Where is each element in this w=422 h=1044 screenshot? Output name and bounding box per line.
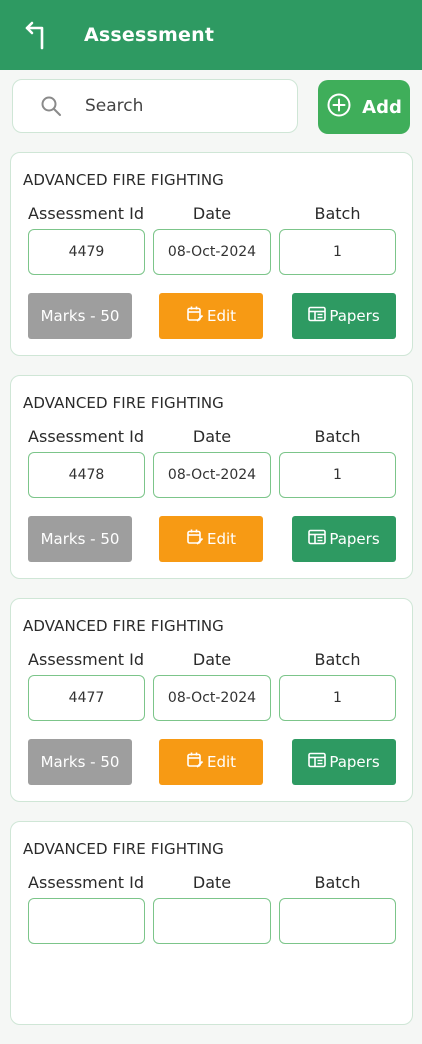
- course-name: ADVANCED FIRE FIGHTING: [23, 171, 224, 189]
- batch-header: Batch: [314, 873, 361, 892]
- plus-circle-icon: [326, 92, 352, 123]
- date-header: Date: [192, 427, 232, 446]
- papers-label: Papers: [329, 530, 380, 548]
- course-name: ADVANCED FIRE FIGHTING: [23, 394, 224, 412]
- assessment-list: ADVANCED FIRE FIGHTING Assessment Id Dat…: [10, 152, 413, 1044]
- calendar-edit-icon: [186, 528, 204, 550]
- date-field: 08-Oct-2024: [153, 675, 271, 721]
- batch-header: Batch: [314, 427, 361, 446]
- assessment-card: ADVANCED FIRE FIGHTING Assessment Id Dat…: [10, 375, 413, 579]
- batch-field: 1: [279, 452, 396, 498]
- course-name: ADVANCED FIRE FIGHTING: [23, 840, 224, 858]
- assessment-card: ADVANCED FIRE FIGHTING Assessment Id Dat…: [10, 598, 413, 802]
- search-input[interactable]: [83, 95, 277, 117]
- edit-button[interactable]: Edit: [159, 293, 263, 339]
- calendar-edit-icon: [186, 751, 204, 773]
- edit-label: Edit: [206, 307, 237, 325]
- assessment-card: ADVANCED FIRE FIGHTING Assessment Id Dat…: [10, 821, 413, 1025]
- edit-button[interactable]: Edit: [159, 516, 263, 562]
- assessment-id-field: 4477: [28, 675, 145, 721]
- papers-button[interactable]: Papers: [292, 516, 396, 562]
- back-arrow-icon[interactable]: [18, 15, 58, 55]
- marks-button[interactable]: Marks - 50: [28, 739, 132, 785]
- date-header: Date: [192, 650, 232, 669]
- papers-icon: [308, 529, 327, 549]
- date-field: 08-Oct-2024: [153, 452, 271, 498]
- assessment-id-field: 4479: [28, 229, 145, 275]
- add-button-label: Add: [362, 96, 402, 118]
- papers-button[interactable]: Papers: [292, 739, 396, 785]
- search-icon: [39, 94, 63, 118]
- batch-field: [279, 898, 396, 944]
- papers-button[interactable]: Papers: [292, 293, 396, 339]
- batch-field: 1: [279, 229, 396, 275]
- assessment-card: ADVANCED FIRE FIGHTING Assessment Id Dat…: [10, 152, 413, 356]
- papers-icon: [308, 306, 327, 326]
- date-header: Date: [192, 873, 232, 892]
- assessment-id-header: Assessment Id: [28, 873, 144, 892]
- marks-button[interactable]: Marks - 50: [28, 516, 132, 562]
- edit-label: Edit: [206, 753, 237, 771]
- assessment-id-header: Assessment Id: [28, 427, 144, 446]
- edit-button[interactable]: Edit: [159, 739, 263, 785]
- page-title: Assessment: [84, 24, 215, 46]
- assessment-id-header: Assessment Id: [28, 204, 144, 223]
- app-bar: Assessment: [0, 0, 422, 70]
- papers-icon: [308, 752, 327, 772]
- search-box[interactable]: [12, 79, 298, 133]
- edit-label: Edit: [206, 530, 237, 548]
- papers-label: Papers: [329, 307, 380, 325]
- batch-header: Batch: [314, 650, 361, 669]
- date-field: 08-Oct-2024: [153, 229, 271, 275]
- course-name: ADVANCED FIRE FIGHTING: [23, 617, 224, 635]
- marks-button[interactable]: Marks - 50: [28, 293, 132, 339]
- batch-header: Batch: [314, 204, 361, 223]
- batch-field: 1: [279, 675, 396, 721]
- papers-label: Papers: [329, 753, 380, 771]
- assessment-id-header: Assessment Id: [28, 650, 144, 669]
- date-header: Date: [192, 204, 232, 223]
- assessment-id-field: [28, 898, 145, 944]
- date-field: [153, 898, 271, 944]
- add-button[interactable]: Add: [318, 80, 410, 134]
- assessment-id-field: 4478: [28, 452, 145, 498]
- calendar-edit-icon: [186, 305, 204, 327]
